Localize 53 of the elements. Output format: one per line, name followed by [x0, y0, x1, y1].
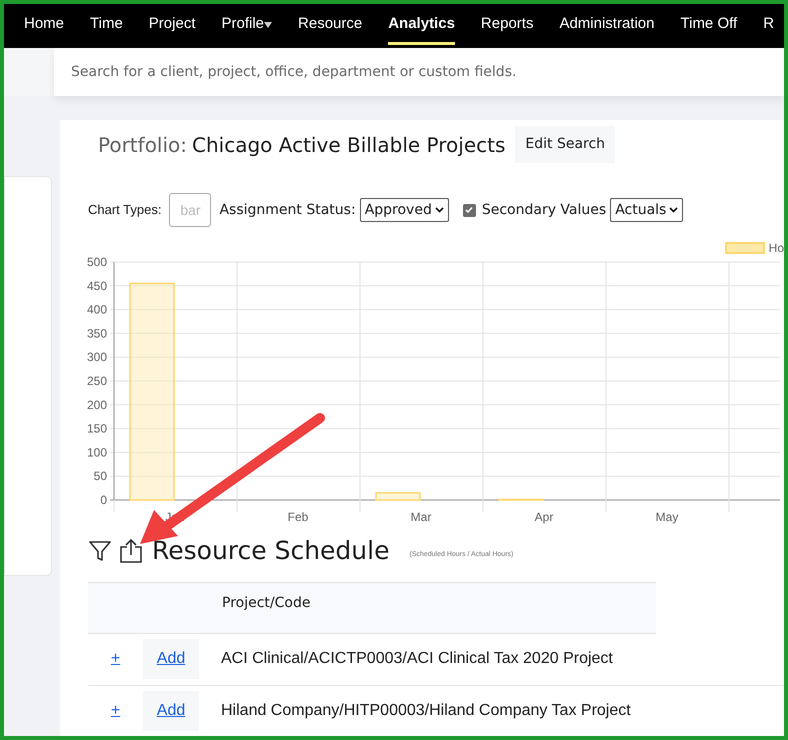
- chart-bar: [375, 492, 421, 501]
- caret-icon: [264, 22, 272, 28]
- nav-tab[interactable]: Time Off: [680, 7, 738, 45]
- y-tick-label: 350: [86, 326, 107, 340]
- column-header: Project/Code: [222, 594, 310, 610]
- nav-tab[interactable]: Resource: [298, 7, 362, 45]
- nav-tab[interactable]: Reports: [480, 7, 534, 45]
- chevron-icon: [669, 207, 678, 213]
- nav-tab[interactable]: Administration: [559, 7, 654, 45]
- add-link[interactable]: Add: [143, 639, 199, 679]
- y-tick-label: 400: [86, 302, 107, 317]
- x-tick-label: Mar: [410, 510, 432, 524]
- portfolio-label: Portfolio:: [98, 132, 188, 158]
- add-link[interactable]: Add: [143, 691, 199, 731]
- project-code-cell-text: ACI Clinical/ACICTP0003/ACI Clinical Tax 2020 Project: [221, 649, 613, 669]
- secondary-values-label: Secondary Values: [482, 200, 606, 220]
- y-tick-label: 250: [86, 374, 107, 388]
- y-tick-label: 200: [86, 398, 107, 412]
- nav-tab[interactable]: Analytics: [388, 7, 455, 45]
- nav-tab[interactable]: Time: [90, 7, 123, 45]
- assignment-status-select[interactable]: Approved: [360, 198, 449, 222]
- y-tick-label: 300: [86, 350, 107, 364]
- y-tick-label: 500: [86, 255, 107, 269]
- x-tick-label: May: [656, 510, 678, 524]
- project-code-cell-text: Hiland Company/HITP00003/Hiland Company Tax Project: [221, 701, 631, 721]
- share-icon[interactable]: [118, 538, 144, 564]
- nav-tab[interactable]: R: [763, 7, 774, 45]
- y-tick-label: 150: [86, 422, 107, 436]
- expand-link[interactable]: +: [88, 699, 143, 723]
- section-title: Resource Schedule: [152, 535, 390, 567]
- nav-tab[interactable]: Profile: [221, 7, 272, 45]
- chevron-icon: [434, 207, 444, 213]
- chart-types-label: Chart Types:: [88, 201, 162, 220]
- assignment-status-label: Assignment Status:: [219, 200, 356, 220]
- y-tick-label: 100: [86, 445, 107, 460]
- secondary-values-checkbox[interactable]: [462, 204, 476, 216]
- y-tick-label: 450: [86, 278, 107, 293]
- filter-icon[interactable]: [88, 538, 112, 563]
- check-icon: [464, 205, 474, 215]
- y-tick-label: 0: [100, 493, 107, 507]
- search-field[interactable]: Search for a client, project, office, department or custom fields.: [54, 48, 784, 96]
- legend-label: Ho: [768, 240, 784, 257]
- edit-search-button[interactable]: Edit Search: [515, 126, 616, 163]
- chart-types-field[interactable]: bar: [169, 193, 212, 227]
- nav-tab[interactable]: Home: [24, 7, 64, 45]
- expand-link[interactable]: +: [88, 647, 143, 671]
- nav-tab[interactable]: Project: [148, 7, 196, 45]
- portfolio-name: Chicago Active Billable Projects: [192, 132, 506, 158]
- y-tick-label: 50: [94, 469, 107, 484]
- chart-bar: [498, 498, 544, 501]
- x-tick-label: Apr: [534, 510, 554, 524]
- secondary-values-select[interactable]: Actuals: [610, 198, 684, 222]
- x-tick-label: Feb: [288, 510, 308, 524]
